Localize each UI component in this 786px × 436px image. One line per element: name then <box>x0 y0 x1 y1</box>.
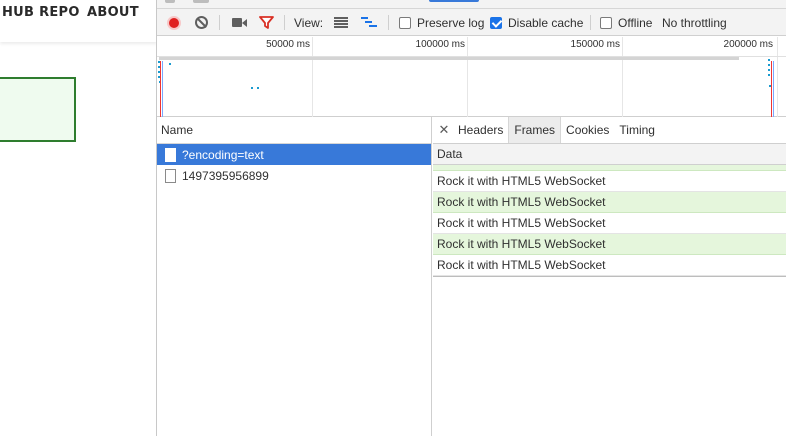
network-toolbar: View: Preserve log Disable cache Offline… <box>157 9 786 36</box>
frames-data-column-header[interactable]: Data <box>433 144 786 165</box>
list-view-icon <box>334 17 348 28</box>
devtools-panel: View: Preserve log Disable cache Offline… <box>156 0 786 436</box>
overview-view-button[interactable] <box>361 9 377 36</box>
nav-link-about[interactable]: ABOUT <box>87 5 139 20</box>
filter-icon <box>259 16 274 29</box>
request-row[interactable]: 1497395956899 <box>157 165 431 186</box>
record-icon <box>167 15 181 30</box>
throttling-select[interactable]: No throttling <box>662 9 727 36</box>
name-column-header[interactable]: Name <box>157 117 431 144</box>
web-page: HUB REPO ABOUT <box>0 0 157 436</box>
clear-button[interactable] <box>195 9 208 36</box>
preserve-log-check-icon <box>399 16 411 29</box>
frame-row[interactable]: Rock it with HTML5 WebSocket <box>433 213 786 234</box>
green-panel <box>0 77 76 142</box>
site-nav: HUB REPO ABOUT <box>0 0 157 42</box>
tab-headers[interactable]: Headers <box>453 117 508 143</box>
network-overview-timeline[interactable]: 50000 ms 100000 ms 150000 ms 200000 ms <box>157 37 786 117</box>
devtools-tab-strip <box>157 0 786 9</box>
disable-cache-check-icon <box>490 16 502 29</box>
timeline-tick: 50000 ms <box>266 39 310 50</box>
nav-link-hub-repo[interactable]: HUB REPO <box>2 5 80 20</box>
camera-icon <box>232 18 242 27</box>
timeline-tick: 150000 ms <box>570 39 620 50</box>
preserve-log-checkbox[interactable]: Preserve log <box>399 9 484 36</box>
disable-cache-checkbox[interactable]: Disable cache <box>490 9 583 36</box>
frame-row[interactable]: Rock it with HTML5 WebSocket <box>433 234 786 255</box>
frame-row[interactable]: Rock it with HTML5 WebSocket <box>433 171 786 192</box>
document-icon <box>165 168 176 183</box>
timeline-tick: 200000 ms <box>723 39 773 50</box>
capture-screenshots-button[interactable] <box>232 9 247 36</box>
offline-checkbox[interactable]: Offline <box>600 9 652 36</box>
frame-row[interactable]: Rock it with HTML5 WebSocket <box>433 255 786 276</box>
timeline-tick: 100000 ms <box>415 39 465 50</box>
tab-cookies[interactable]: Cookies <box>561 117 614 143</box>
request-detail-pane: ✕ Headers Frames Cookies Timing Data Roc… <box>433 117 786 436</box>
view-label: View: <box>294 15 324 30</box>
preserve-log-label: Preserve log <box>417 15 485 30</box>
close-icon[interactable]: ✕ <box>435 117 453 143</box>
request-row[interactable]: ?encoding=text <box>157 144 431 165</box>
tab-timing[interactable]: Timing <box>614 117 660 143</box>
frame-row[interactable]: Rock it with HTML5 WebSocket <box>433 192 786 213</box>
record-button[interactable] <box>167 9 181 36</box>
waterfall-icon <box>361 16 377 27</box>
disable-cache-label: Disable cache <box>508 15 584 30</box>
document-icon <box>165 147 176 162</box>
request-name: ?encoding=text <box>182 147 264 162</box>
offline-check-icon <box>600 16 612 29</box>
large-rows-view-button[interactable] <box>334 9 348 36</box>
offline-label: Offline <box>618 15 653 30</box>
request-list: Name ?encoding=text 1497395956899 <box>157 117 432 436</box>
filter-button[interactable] <box>259 9 274 36</box>
detail-tabs: ✕ Headers Frames Cookies Timing <box>433 117 786 144</box>
frames-list: Rock it with HTML5 WebSocket Rock it wit… <box>433 165 786 277</box>
clear-icon <box>195 16 208 29</box>
request-name: 1497395956899 <box>182 168 269 183</box>
tab-frames[interactable]: Frames <box>508 117 562 143</box>
